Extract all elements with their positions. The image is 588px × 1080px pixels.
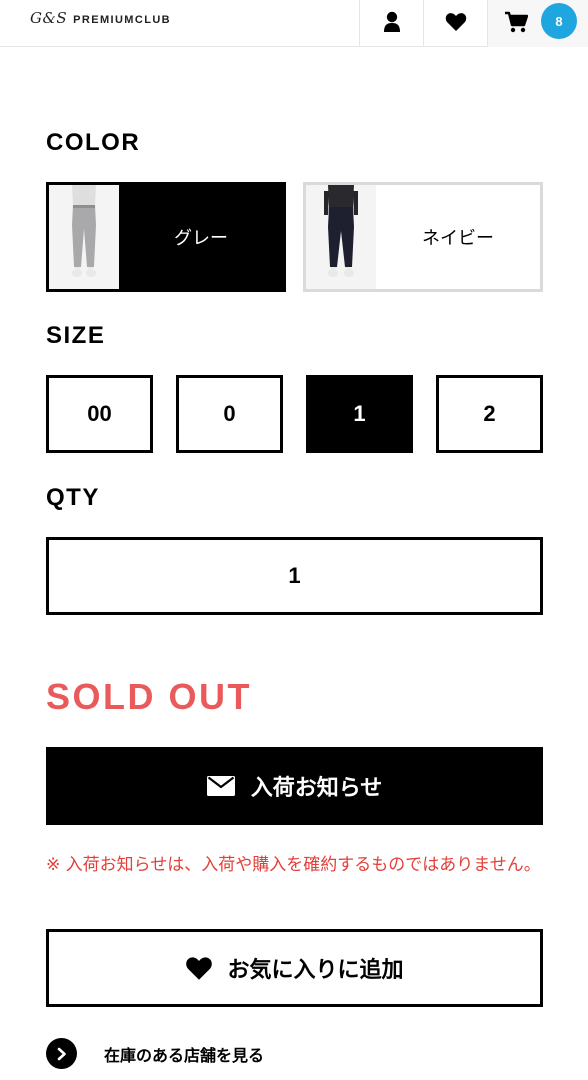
store-stock-label: 在庫のある店舗を見る bbox=[104, 1045, 265, 1065]
color-option-label: ネイビー bbox=[422, 228, 494, 249]
color-option-gray[interactable]: グレー bbox=[46, 182, 286, 292]
navy-pants-thumbnail bbox=[306, 185, 376, 289]
site-logo[interactable]: G&S PREMIUMCLUB bbox=[30, 9, 171, 27]
qty-label: QTY bbox=[46, 484, 100, 511]
color-option-label: グレー bbox=[174, 228, 228, 249]
favorites-button[interactable] bbox=[423, 0, 487, 47]
site-header: G&S PREMIUMCLUB 8 bbox=[0, 0, 588, 47]
cart-button[interactable]: 8 bbox=[487, 0, 588, 47]
add-to-favorites-button[interactable]: お気に入りに追加 bbox=[46, 929, 543, 1007]
logo-mark: G&S bbox=[30, 9, 68, 27]
cart-icon bbox=[504, 11, 529, 37]
cart-count-badge: 8 bbox=[541, 3, 577, 39]
restock-notice: ※ 入荷お知らせは、入荷や購入を確約するものではありません。 bbox=[46, 855, 541, 875]
sold-out-status: SOLD OUT bbox=[46, 676, 252, 717]
size-option-0[interactable]: 0 bbox=[176, 375, 283, 453]
chevron-right-icon bbox=[46, 1038, 77, 1069]
size-option-2[interactable]: 2 bbox=[436, 375, 543, 453]
quantity-value: 1 bbox=[288, 563, 301, 588]
mail-icon bbox=[206, 776, 235, 796]
restock-notify-label: 入荷お知らせ bbox=[250, 776, 383, 801]
add-to-favorites-label: お気に入りに追加 bbox=[227, 958, 404, 983]
restock-notify-button[interactable]: 入荷お知らせ bbox=[46, 747, 543, 825]
gray-pants-thumbnail bbox=[49, 185, 119, 289]
quantity-selector[interactable]: 1 bbox=[46, 537, 543, 615]
color-label: COLOR bbox=[46, 129, 141, 156]
user-icon bbox=[383, 11, 401, 37]
heart-icon bbox=[445, 12, 467, 36]
store-stock-link[interactable]: 在庫のある店舗を見る bbox=[46, 1038, 264, 1069]
size-option-00[interactable]: 00 bbox=[46, 375, 153, 453]
size-label: SIZE bbox=[46, 322, 106, 349]
heart-icon bbox=[185, 956, 213, 981]
logo-text: PREMIUMCLUB bbox=[73, 14, 172, 26]
account-button[interactable] bbox=[359, 0, 423, 47]
size-option-1[interactable]: 1 bbox=[306, 375, 413, 453]
color-option-navy[interactable]: ネイビー bbox=[303, 182, 543, 292]
